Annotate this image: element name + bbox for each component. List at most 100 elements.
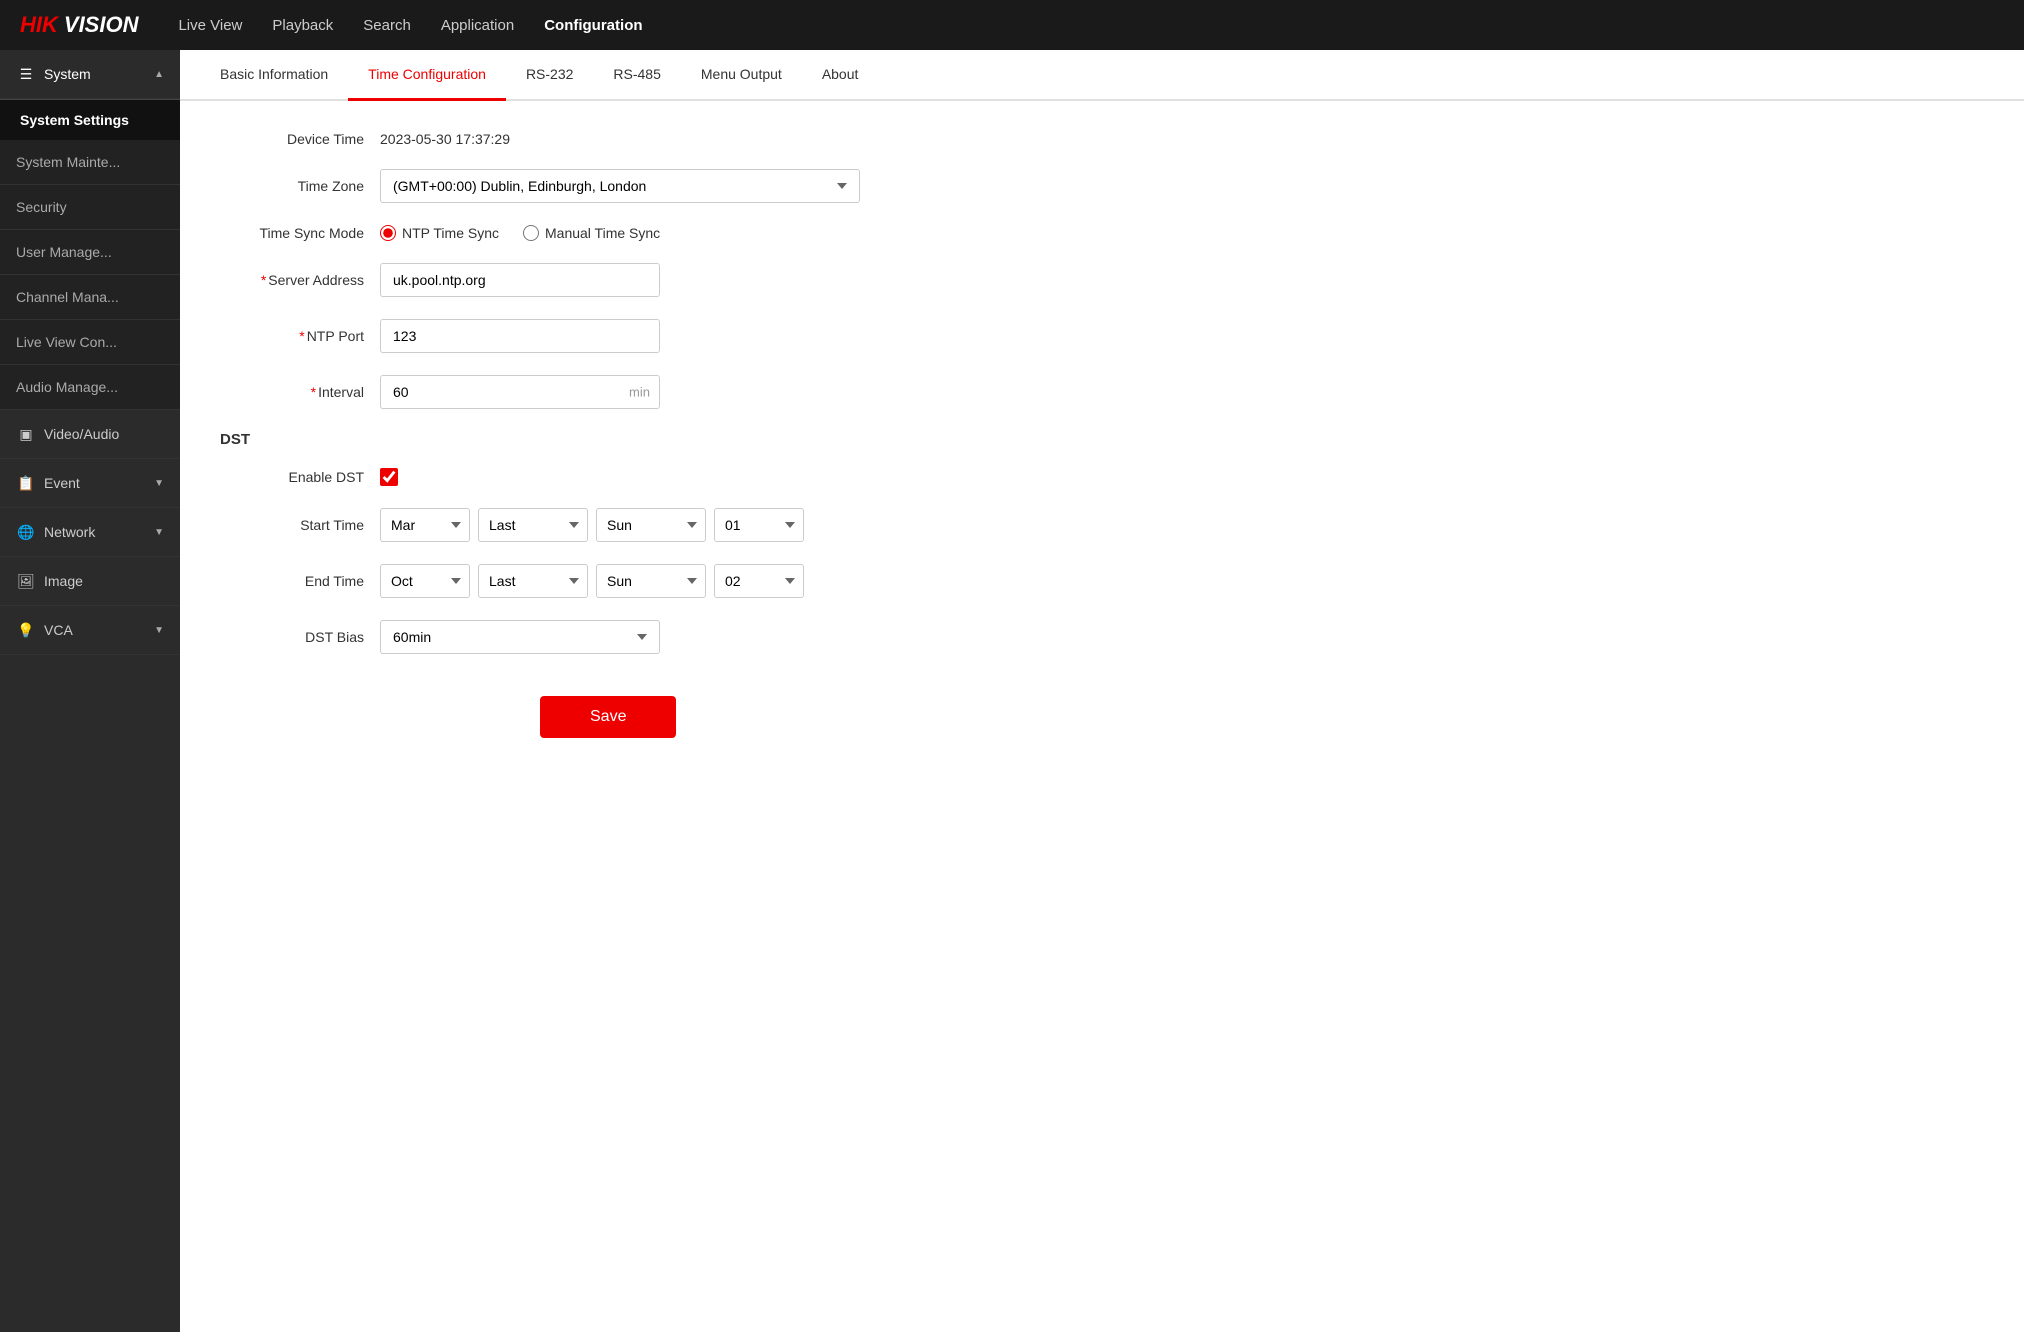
nav-application[interactable]: Application [441, 17, 514, 34]
start-week-select[interactable]: FirstSecondThirdFourthLast [478, 508, 588, 542]
sidebar-item-channel-manage[interactable]: Channel Mana... [0, 275, 180, 320]
nav-live-view[interactable]: Live View [178, 17, 242, 34]
sidebar-section-video-label: Video/Audio [44, 426, 119, 442]
start-time-row: Start Time JanFebMarAprMayJunJulAugSepOc… [220, 508, 1984, 542]
interval-row: *Interval min [220, 375, 1984, 409]
top-navigation: HIKVISION Live View Playback Search Appl… [0, 0, 2024, 50]
dst-heading: DST [220, 431, 1984, 448]
manual-time-sync-option[interactable]: Manual Time Sync [523, 225, 660, 241]
sidebar-section-network[interactable]: 🌐 Network ▼ [0, 508, 180, 557]
sidebar-section-system[interactable]: ☰ System ▲ [0, 50, 180, 99]
sidebar-section-event[interactable]: 📋 Event ▼ [0, 459, 180, 508]
sidebar: ☰ System ▲ System Settings System Mainte… [0, 50, 180, 1332]
form-area: Device Time 2023-05-30 17:37:29 Time Zon… [180, 101, 2024, 1332]
menu-icon: ☰ [16, 64, 36, 84]
end-day-select[interactable]: MonTueWedThuFriSatSun [596, 564, 706, 598]
brand-hik: HIK [20, 12, 58, 38]
sidebar-item-system-settings[interactable]: System Settings [0, 99, 180, 140]
required-star-server: * [261, 272, 266, 288]
sidebar-section-image[interactable]: 🖼 Image [0, 557, 180, 606]
start-time-label: Start Time [220, 517, 380, 533]
start-month-select[interactable]: JanFebMarAprMayJunJulAugSepOctNovDec [380, 508, 470, 542]
video-icon: ▣ [16, 424, 36, 444]
start-hour-select[interactable]: 0001020304050607080910111213141516171819… [714, 508, 804, 542]
start-time-controls: JanFebMarAprMayJunJulAugSepOctNovDec Fir… [380, 508, 804, 542]
tab-menu-output[interactable]: Menu Output [681, 50, 802, 101]
tab-bar: Basic Information Time Configuration RS-… [180, 50, 2024, 101]
sidebar-section-vca-label: VCA [44, 622, 73, 638]
tab-rs485[interactable]: RS-485 [593, 50, 680, 101]
sidebar-section-network-label: Network [44, 524, 95, 540]
brand-logo: HIKVISION [20, 12, 138, 38]
chevron-down-icon-2: ▼ [154, 527, 164, 538]
save-row: Save [220, 676, 1984, 738]
ntp-time-sync-option[interactable]: NTP Time Sync [380, 225, 499, 241]
time-sync-mode-label: Time Sync Mode [220, 225, 380, 241]
chevron-up-icon: ▲ [154, 69, 164, 80]
time-zone-row: Time Zone (GMT-12:00) International Date… [220, 169, 1984, 203]
interval-suffix: min [629, 385, 650, 400]
end-time-label: End Time [220, 573, 380, 589]
manual-time-sync-label: Manual Time Sync [545, 225, 660, 241]
sidebar-section-video-audio[interactable]: ▣ Video/Audio [0, 410, 180, 459]
brand-vision: VISION [64, 12, 139, 38]
required-star-interval: * [311, 384, 316, 400]
network-icon: 🌐 [16, 522, 36, 542]
device-time-label: Device Time [220, 131, 380, 147]
device-time-value: 2023-05-30 17:37:29 [380, 131, 510, 147]
tab-rs232[interactable]: RS-232 [506, 50, 593, 101]
interval-input-wrapper: min [380, 375, 660, 409]
manual-time-sync-radio[interactable] [523, 225, 539, 241]
sidebar-item-audio-manage[interactable]: Audio Manage... [0, 365, 180, 410]
required-star-port: * [299, 328, 304, 344]
server-address-input[interactable] [380, 263, 660, 297]
sidebar-section-event-label: Event [44, 475, 80, 491]
chevron-down-icon: ▼ [154, 478, 164, 489]
nav-search[interactable]: Search [363, 17, 411, 34]
server-address-label: *Server Address [220, 272, 380, 288]
dst-bias-row: DST Bias 30min60min90min120min [220, 620, 1984, 654]
tab-basic-information[interactable]: Basic Information [200, 50, 348, 101]
dst-bias-label: DST Bias [220, 629, 380, 645]
ntp-port-label: *NTP Port [220, 328, 380, 344]
enable-dst-row: Enable DST [220, 468, 1984, 486]
sidebar-item-user-manage[interactable]: User Manage... [0, 230, 180, 275]
interval-input[interactable] [380, 375, 660, 409]
time-sync-radio-group: NTP Time Sync Manual Time Sync [380, 225, 660, 241]
chevron-down-icon-3: ▼ [154, 625, 164, 636]
nav-configuration[interactable]: Configuration [544, 17, 642, 34]
enable-dst-checkbox[interactable] [380, 468, 398, 486]
interval-label: *Interval [220, 384, 380, 400]
sidebar-item-system-maint[interactable]: System Mainte... [0, 140, 180, 185]
end-week-select[interactable]: FirstSecondThirdFourthLast [478, 564, 588, 598]
main-layout: ☰ System ▲ System Settings System Mainte… [0, 50, 2024, 1332]
tab-time-configuration[interactable]: Time Configuration [348, 50, 506, 101]
tab-about[interactable]: About [802, 50, 879, 101]
time-zone-label: Time Zone [220, 178, 380, 194]
sidebar-section-system-label: System [44, 66, 91, 82]
sidebar-section-vca[interactable]: 💡 VCA ▼ [0, 606, 180, 655]
end-time-row: End Time JanFebMarAprMayJunJulAugSepOctN… [220, 564, 1984, 598]
end-month-select[interactable]: JanFebMarAprMayJunJulAugSepOctNovDec [380, 564, 470, 598]
sidebar-section-image-label: Image [44, 573, 83, 589]
end-time-controls: JanFebMarAprMayJunJulAugSepOctNovDec Fir… [380, 564, 804, 598]
server-address-row: *Server Address [220, 263, 1984, 297]
start-day-select[interactable]: MonTueWedThuFriSatSun [596, 508, 706, 542]
image-icon: 🖼 [16, 571, 36, 591]
end-hour-select[interactable]: 0001020304050607080910111213141516171819… [714, 564, 804, 598]
time-zone-select[interactable]: (GMT-12:00) International Date Line West… [380, 169, 860, 203]
ntp-port-row: *NTP Port [220, 319, 1984, 353]
sidebar-item-live-view-con[interactable]: Live View Con... [0, 320, 180, 365]
enable-dst-label: Enable DST [220, 469, 380, 485]
event-icon: 📋 [16, 473, 36, 493]
nav-playback[interactable]: Playback [272, 17, 333, 34]
ntp-time-sync-radio[interactable] [380, 225, 396, 241]
main-content: Basic Information Time Configuration RS-… [180, 50, 2024, 1332]
time-sync-mode-row: Time Sync Mode NTP Time Sync Manual Time… [220, 225, 1984, 241]
ntp-port-input[interactable] [380, 319, 660, 353]
ntp-time-sync-label: NTP Time Sync [402, 225, 499, 241]
save-button[interactable]: Save [540, 696, 676, 738]
dst-bias-select[interactable]: 30min60min90min120min [380, 620, 660, 654]
sidebar-item-security[interactable]: Security [0, 185, 180, 230]
vca-icon: 💡 [16, 620, 36, 640]
